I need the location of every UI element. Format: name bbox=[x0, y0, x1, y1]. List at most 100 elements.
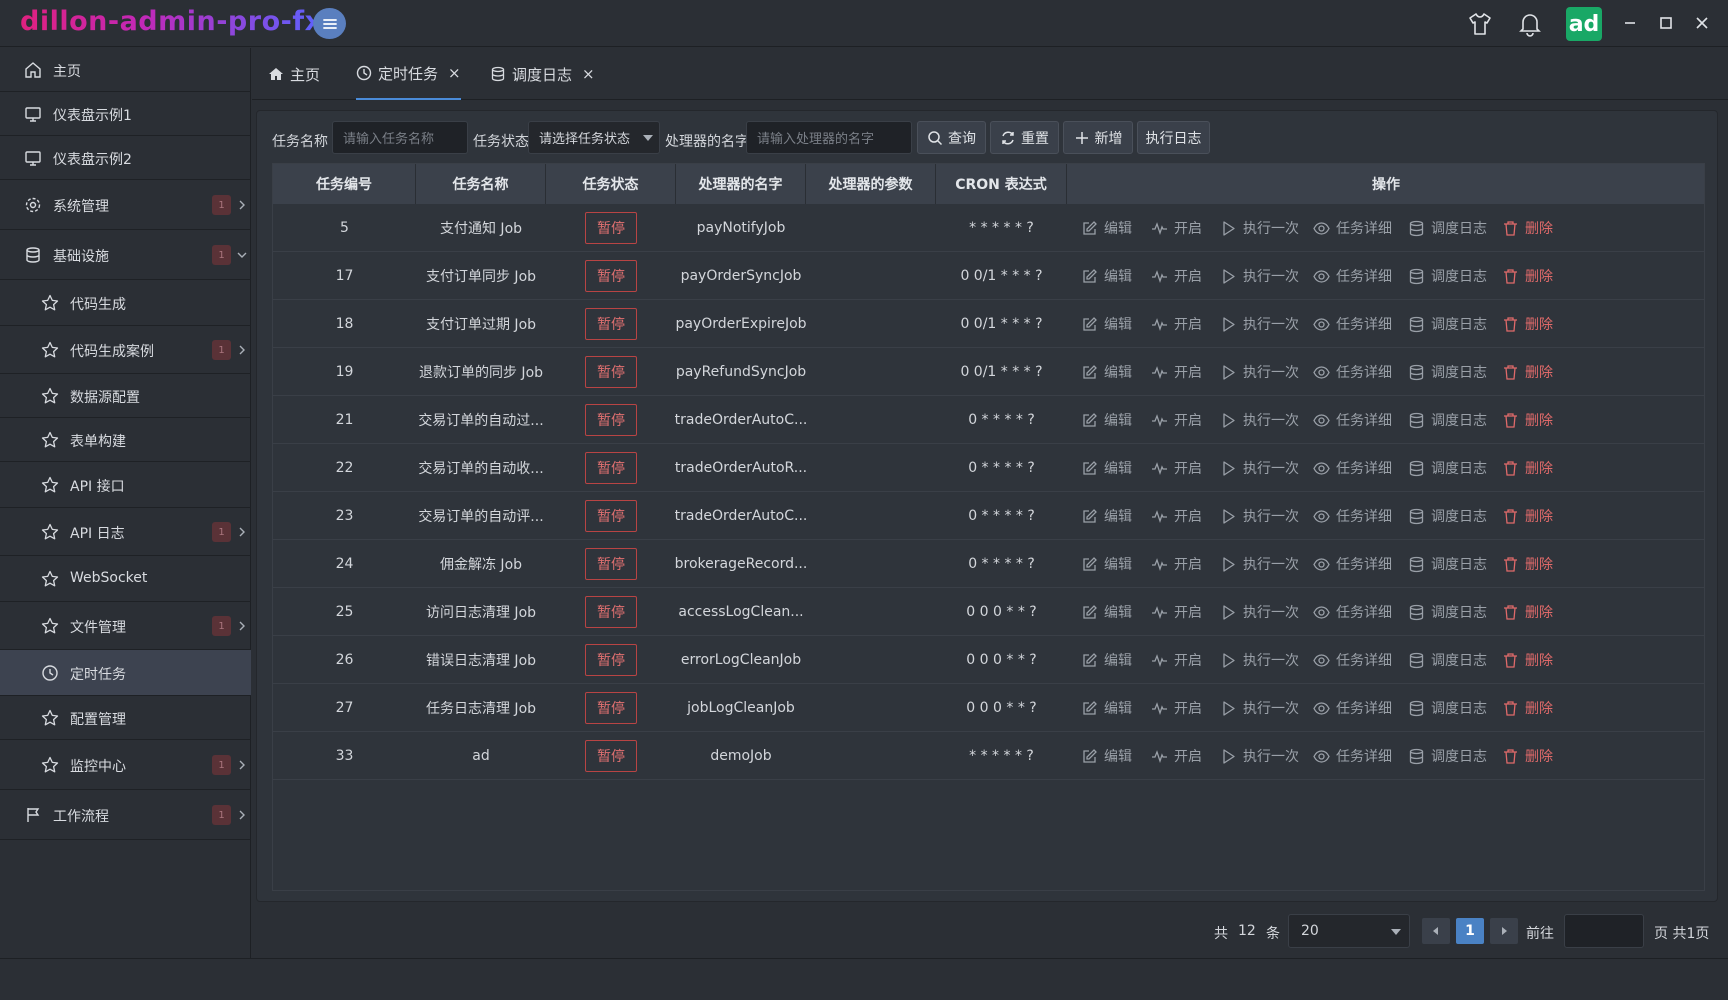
start-button[interactable]: 开启 bbox=[1151, 252, 1202, 300]
sidebar-item-codegen-demo[interactable]: 代码生成案例 1 bbox=[0, 326, 251, 374]
sidebar-item-job[interactable]: 定时任务 bbox=[0, 650, 251, 696]
task-detail-button[interactable]: 任务详细 bbox=[1313, 348, 1392, 396]
column-header[interactable]: 任务编号 bbox=[273, 164, 416, 204]
handler-name-input[interactable]: 请输入处理器的名字 bbox=[746, 121, 912, 154]
theme-button[interactable] bbox=[1466, 10, 1494, 38]
run-once-button[interactable]: 执行一次 bbox=[1220, 684, 1299, 732]
sidebar-item-dashboard2[interactable]: 仪表盘示例2 bbox=[0, 136, 251, 180]
schedule-log-button[interactable]: 调度日志 bbox=[1408, 540, 1487, 588]
task-detail-button[interactable]: 任务详细 bbox=[1313, 492, 1392, 540]
run-once-button[interactable]: 执行一次 bbox=[1220, 588, 1299, 636]
table-row[interactable]: 24 佣金解冻 Job 暂停 brokerageRecord... 0 * * * * … bbox=[273, 540, 1704, 588]
column-header[interactable]: 任务状态 bbox=[546, 164, 676, 204]
prev-page-button[interactable] bbox=[1422, 918, 1450, 944]
edit-button[interactable]: 编辑 bbox=[1081, 492, 1132, 540]
start-button[interactable]: 开启 bbox=[1151, 396, 1202, 444]
column-header[interactable]: 操作 bbox=[1067, 164, 1705, 204]
sidebar-item-config[interactable]: 配置管理 bbox=[0, 696, 251, 740]
next-page-button[interactable] bbox=[1490, 918, 1518, 944]
column-header[interactable]: 处理器的参数 bbox=[806, 164, 936, 204]
query-button[interactable]: 查询 bbox=[917, 121, 986, 154]
task-detail-button[interactable]: 任务详细 bbox=[1313, 588, 1392, 636]
delete-button[interactable]: 删除 bbox=[1502, 492, 1553, 540]
minimize-button[interactable] bbox=[1619, 12, 1641, 34]
start-button[interactable]: 开启 bbox=[1151, 540, 1202, 588]
schedule-log-button[interactable]: 调度日志 bbox=[1408, 492, 1487, 540]
sidebar-item-api-log[interactable]: API 日志 1 bbox=[0, 508, 251, 556]
task-detail-button[interactable]: 任务详细 bbox=[1313, 540, 1392, 588]
table-row[interactable]: 18 支付订单过期 Job 暂停 payOrderExpireJob 0 0/1 * *… bbox=[273, 300, 1704, 348]
column-header[interactable]: 处理器的名字 bbox=[676, 164, 806, 204]
task-detail-button[interactable]: 任务详细 bbox=[1313, 444, 1392, 492]
task-detail-button[interactable]: 任务详细 bbox=[1313, 636, 1392, 684]
edit-button[interactable]: 编辑 bbox=[1081, 732, 1132, 780]
delete-button[interactable]: 删除 bbox=[1502, 732, 1553, 780]
delete-button[interactable]: 删除 bbox=[1502, 540, 1553, 588]
sidebar-item-infra[interactable]: 基础设施 1 bbox=[0, 230, 251, 280]
run-once-button[interactable]: 执行一次 bbox=[1220, 300, 1299, 348]
task-detail-button[interactable]: 任务详细 bbox=[1313, 684, 1392, 732]
start-button[interactable]: 开启 bbox=[1151, 444, 1202, 492]
edit-button[interactable]: 编辑 bbox=[1081, 204, 1132, 252]
sidebar-item-workflow[interactable]: 工作流程 1 bbox=[0, 790, 251, 840]
maximize-button[interactable] bbox=[1655, 12, 1677, 34]
delete-button[interactable]: 删除 bbox=[1502, 588, 1553, 636]
start-button[interactable]: 开启 bbox=[1151, 636, 1202, 684]
page-size-select[interactable]: 20 bbox=[1288, 914, 1410, 948]
delete-button[interactable]: 删除 bbox=[1502, 252, 1553, 300]
run-once-button[interactable]: 执行一次 bbox=[1220, 636, 1299, 684]
edit-button[interactable]: 编辑 bbox=[1081, 540, 1132, 588]
reset-button[interactable]: 重置 bbox=[990, 121, 1059, 154]
run-once-button[interactable]: 执行一次 bbox=[1220, 252, 1299, 300]
sidebar-item-form-builder[interactable]: 表单构建 bbox=[0, 418, 251, 462]
tab-close-button[interactable]: × bbox=[448, 64, 461, 82]
start-button[interactable]: 开启 bbox=[1151, 300, 1202, 348]
edit-button[interactable]: 编辑 bbox=[1081, 588, 1132, 636]
add-button[interactable]: 新增 bbox=[1063, 121, 1133, 154]
run-once-button[interactable]: 执行一次 bbox=[1220, 492, 1299, 540]
schedule-log-button[interactable]: 调度日志 bbox=[1408, 684, 1487, 732]
edit-button[interactable]: 编辑 bbox=[1081, 684, 1132, 732]
schedule-log-button[interactable]: 调度日志 bbox=[1408, 444, 1487, 492]
table-row[interactable]: 22 交易订单的自动收... 暂停 tradeOrderAutoR... 0 * * *… bbox=[273, 444, 1704, 492]
table-row[interactable]: 25 访问日志清理 Job 暂停 accessLogClean... 0 0 0 * *… bbox=[273, 588, 1704, 636]
task-detail-button[interactable]: 任务详细 bbox=[1313, 300, 1392, 348]
execution-log-button[interactable]: 执行日志 bbox=[1137, 121, 1210, 154]
task-status-select[interactable]: 请选择任务状态 bbox=[528, 121, 660, 154]
run-once-button[interactable]: 执行一次 bbox=[1220, 348, 1299, 396]
tab-schedule-log[interactable]: 调度日志 × bbox=[490, 48, 595, 100]
table-row[interactable]: 26 错误日志清理 Job 暂停 errorLogCleanJob 0 0 0 * * … bbox=[273, 636, 1704, 684]
table-row[interactable]: 19 退款订单的同步 Job 暂停 payRefundSyncJob 0 0/1 * *… bbox=[273, 348, 1704, 396]
run-once-button[interactable]: 执行一次 bbox=[1220, 396, 1299, 444]
task-detail-button[interactable]: 任务详细 bbox=[1313, 396, 1392, 444]
start-button[interactable]: 开启 bbox=[1151, 492, 1202, 540]
sidebar-item-websocket[interactable]: WebSocket bbox=[0, 556, 251, 602]
notification-button[interactable] bbox=[1516, 10, 1544, 38]
delete-button[interactable]: 删除 bbox=[1502, 684, 1553, 732]
tab-job[interactable]: 定时任务 × bbox=[356, 48, 461, 100]
task-detail-button[interactable]: 任务详细 bbox=[1313, 732, 1392, 780]
schedule-log-button[interactable]: 调度日志 bbox=[1408, 732, 1487, 780]
edit-button[interactable]: 编辑 bbox=[1081, 252, 1132, 300]
column-header[interactable]: CRON 表达式 bbox=[936, 164, 1067, 204]
sidebar-item-system[interactable]: 系统管理 1 bbox=[0, 180, 251, 230]
table-row[interactable]: 23 交易订单的自动评... 暂停 tradeOrderAutoC... 0 * * *… bbox=[273, 492, 1704, 540]
sidebar-item-monitor[interactable]: 监控中心 1 bbox=[0, 740, 251, 790]
edit-button[interactable]: 编辑 bbox=[1081, 396, 1132, 444]
table-row[interactable]: 33 ad 暂停 demoJob * * * * * ? 编辑 开启 执行一次 任务详细 调度日志… bbox=[273, 732, 1704, 780]
sidebar-item-datasource[interactable]: 数据源配置 bbox=[0, 374, 251, 418]
sidebar-item-api[interactable]: API 接口 bbox=[0, 462, 251, 508]
schedule-log-button[interactable]: 调度日志 bbox=[1408, 396, 1487, 444]
delete-button[interactable]: 删除 bbox=[1502, 348, 1553, 396]
menu-toggle-button[interactable] bbox=[313, 8, 346, 39]
schedule-log-button[interactable]: 调度日志 bbox=[1408, 588, 1487, 636]
edit-button[interactable]: 编辑 bbox=[1081, 300, 1132, 348]
start-button[interactable]: 开启 bbox=[1151, 204, 1202, 252]
delete-button[interactable]: 删除 bbox=[1502, 444, 1553, 492]
schedule-log-button[interactable]: 调度日志 bbox=[1408, 252, 1487, 300]
sidebar-item-home[interactable]: 主页 bbox=[0, 48, 251, 92]
table-row[interactable]: 5 支付通知 Job 暂停 payNotifyJob * * * * * ? 编辑 开启 执行… bbox=[273, 204, 1704, 252]
start-button[interactable]: 开启 bbox=[1151, 588, 1202, 636]
schedule-log-button[interactable]: 调度日志 bbox=[1408, 636, 1487, 684]
delete-button[interactable]: 删除 bbox=[1502, 300, 1553, 348]
